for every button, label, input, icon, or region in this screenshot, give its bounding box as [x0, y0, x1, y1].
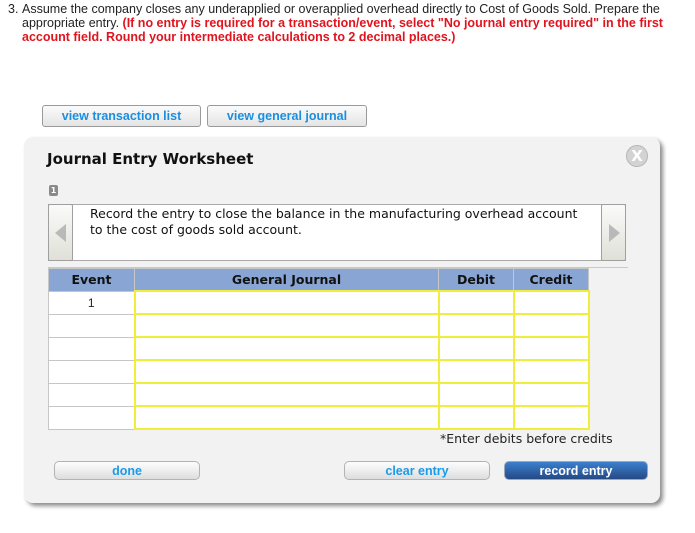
event-cell [48, 336, 135, 361]
debit-field[interactable] [437, 313, 515, 338]
question: 3. Assume the company closes any underap… [8, 2, 668, 44]
instruction-text: Record the entry to close the balance in… [90, 206, 578, 237]
header-event: Event [48, 268, 135, 292]
event-cell [48, 405, 135, 430]
account-field[interactable] [133, 313, 440, 338]
previous-step-button[interactable] [48, 204, 73, 261]
view-general-journal-button[interactable]: view general journal [207, 105, 367, 127]
credit-field[interactable] [512, 336, 590, 361]
credit-field[interactable] [512, 359, 590, 384]
event-cell [48, 382, 135, 407]
table-row [48, 336, 590, 361]
arrow-left-icon [55, 224, 66, 242]
table-row [48, 359, 590, 384]
credit-field[interactable] [512, 382, 590, 407]
account-field[interactable] [133, 290, 440, 315]
clear-entry-button[interactable]: clear entry [344, 461, 490, 480]
table-row [48, 382, 590, 407]
view-transaction-list-button[interactable]: view transaction list [42, 105, 201, 127]
table-row [48, 405, 590, 430]
question-number: 3. [8, 2, 19, 16]
debit-field[interactable] [437, 336, 515, 361]
close-icon[interactable]: X [626, 145, 648, 167]
event-cell [48, 313, 135, 338]
journal-entry-worksheet-panel: Journal Entry Worksheet X 1 Record the e… [24, 137, 660, 503]
debit-field[interactable] [437, 359, 515, 384]
account-field[interactable] [133, 359, 440, 384]
header-credit: Credit [513, 268, 589, 292]
journal-table: Event General Journal Debit Credit 1 [48, 268, 590, 430]
worksheet-title: Journal Entry Worksheet [47, 150, 254, 168]
arrow-right-icon [609, 224, 620, 242]
account-field[interactable] [133, 382, 440, 407]
credit-field[interactable] [512, 313, 590, 338]
debit-field[interactable] [437, 382, 515, 407]
header-general-journal: General Journal [134, 268, 439, 292]
step-badge[interactable]: 1 [49, 185, 58, 196]
credit-field[interactable] [512, 405, 590, 430]
debits-note: *Enter debits before credits [440, 431, 613, 446]
account-field[interactable] [133, 336, 440, 361]
debit-field[interactable] [437, 290, 515, 315]
header-debit: Debit [438, 268, 514, 292]
next-step-button[interactable] [601, 204, 626, 261]
record-entry-button[interactable]: record entry [504, 461, 648, 480]
table-row: 1 [48, 290, 590, 315]
table-row [48, 313, 590, 338]
done-button[interactable]: done [54, 461, 200, 480]
event-cell: 1 [48, 290, 135, 315]
table-header-row: Event General Journal Debit Credit [48, 268, 589, 292]
debit-field[interactable] [437, 405, 515, 430]
credit-field[interactable] [512, 290, 590, 315]
event-cell [48, 359, 135, 384]
account-field[interactable] [133, 405, 440, 430]
